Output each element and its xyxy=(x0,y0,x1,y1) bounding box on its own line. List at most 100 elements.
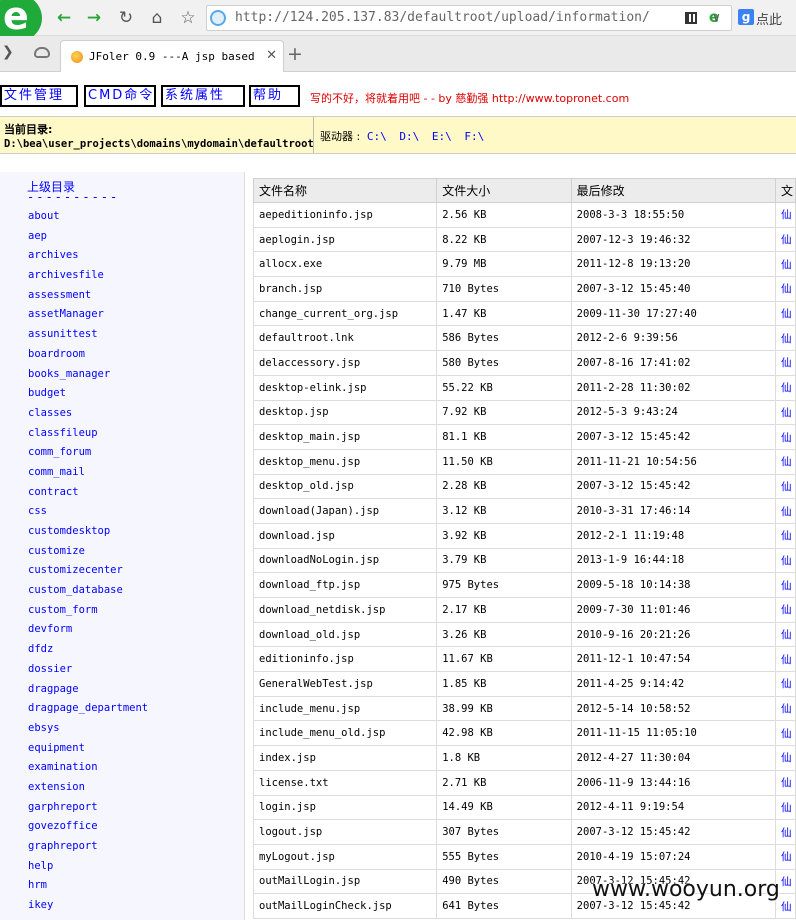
file-manager-button[interactable]: 文件管理 xyxy=(0,85,78,107)
file-name[interactable]: login.jsp xyxy=(252,794,438,821)
reload-icon[interactable]: ↻ xyxy=(114,6,138,30)
new-tab-plus-icon[interactable]: + xyxy=(287,43,303,65)
back-arrow-icon[interactable]: ← xyxy=(52,6,76,30)
directory-link[interactable]: assessment xyxy=(28,289,148,309)
directory-link[interactable]: equipment xyxy=(28,742,148,762)
file-name[interactable]: aepeditioninfo.jsp xyxy=(252,202,438,228)
file-name[interactable]: desktop-elink.jsp xyxy=(252,374,438,401)
file-action-link[interactable]: 仙 xyxy=(775,769,796,796)
file-action-link[interactable]: 仙 xyxy=(775,498,796,524)
file-name[interactable]: desktop_main.jsp xyxy=(252,424,438,450)
search-engine-icon[interactable]: g xyxy=(738,9,754,25)
file-action-link[interactable]: 仙 xyxy=(775,276,796,302)
directory-link[interactable]: customizecenter xyxy=(28,564,148,584)
search-box[interactable]: 点此 xyxy=(756,9,782,28)
file-action-link[interactable]: 仙 xyxy=(775,522,796,549)
file-name[interactable]: delaccessory.jsp xyxy=(252,350,438,376)
file-name[interactable]: download.jsp xyxy=(252,522,438,549)
file-action-link[interactable]: 仙 xyxy=(775,572,796,598)
file-action-link[interactable]: 仙 xyxy=(775,547,796,574)
file-action-link[interactable]: 仙 xyxy=(775,374,796,401)
file-action-link[interactable]: 仙 xyxy=(775,745,796,771)
directory-link[interactable]: ebsys xyxy=(28,722,148,742)
directory-link[interactable]: about xyxy=(28,210,148,230)
file-action-link[interactable]: 仙 xyxy=(775,226,796,253)
drive-link-c[interactable]: C:\ xyxy=(367,130,387,143)
file-name[interactable]: include_menu_old.jsp xyxy=(252,720,438,747)
file-name[interactable]: download(Japan).jsp xyxy=(252,498,438,524)
directory-link[interactable]: customize xyxy=(28,545,148,565)
active-tab[interactable]: JFoler 0.9 ---A jsp based web ✕ xyxy=(60,40,284,72)
file-name[interactable]: include_menu.jsp xyxy=(252,695,438,722)
file-name[interactable]: myLogout.jsp xyxy=(252,843,438,870)
file-name[interactable]: change_current_org.jsp xyxy=(252,300,438,327)
directory-link[interactable]: dragpage_department xyxy=(28,702,148,722)
directory-link[interactable]: contract xyxy=(28,486,148,506)
directory-link[interactable]: graphreport xyxy=(28,840,148,860)
file-name[interactable]: branch.jsp xyxy=(252,276,438,302)
file-name[interactable]: allocx.exe xyxy=(252,251,438,278)
drive-link-e[interactable]: E:\ xyxy=(432,130,452,143)
drive-link-d[interactable]: D:\ xyxy=(399,130,419,143)
favorite-star-icon[interactable]: ☆ xyxy=(176,6,200,30)
directory-link[interactable]: hrm xyxy=(28,879,148,899)
file-name[interactable]: GeneralWebTest.jsp xyxy=(252,671,438,697)
directory-link[interactable]: boardroom xyxy=(28,348,148,368)
directory-link[interactable]: examination xyxy=(28,761,148,781)
directory-link[interactable]: archivesfile xyxy=(28,269,148,289)
file-action-link[interactable]: 仙 xyxy=(775,202,796,228)
directory-link[interactable]: budget xyxy=(28,387,148,407)
file-name[interactable]: download_netdisk.jsp xyxy=(252,597,438,623)
file-action-link[interactable]: 仙 xyxy=(775,843,796,870)
chevron-down-icon[interactable]: ∨ xyxy=(712,10,721,24)
file-action-link[interactable]: 仙 xyxy=(775,448,796,475)
file-name[interactable]: desktop_old.jsp xyxy=(252,473,438,500)
cmd-button[interactable]: CMD命令 xyxy=(84,85,156,107)
file-action-link[interactable]: 仙 xyxy=(775,621,796,648)
file-name[interactable]: license.txt xyxy=(252,769,438,796)
file-name[interactable]: downloadNoLogin.jsp xyxy=(252,547,438,574)
directory-link[interactable]: dragpage xyxy=(28,683,148,703)
directory-link[interactable]: aep xyxy=(28,230,148,250)
directory-link[interactable]: customdesktop xyxy=(28,525,148,545)
directory-link[interactable]: books_manager xyxy=(28,368,148,388)
file-name[interactable]: outMailLogin.jsp xyxy=(252,868,438,895)
file-action-link[interactable]: 仙 xyxy=(775,597,796,623)
system-properties-button[interactable]: 系统属性 xyxy=(161,85,245,107)
directory-link[interactable]: custom_database xyxy=(28,584,148,604)
directory-link[interactable]: comm_mail xyxy=(28,466,148,486)
file-action-link[interactable]: 仙 xyxy=(775,646,796,673)
file-name[interactable]: desktop.jsp xyxy=(252,399,438,426)
file-action-link[interactable]: 仙 xyxy=(775,325,796,352)
qrcode-icon[interactable] xyxy=(685,12,697,24)
address-url[interactable]: http://124.205.137.83/defaultroot/upload… xyxy=(235,10,650,25)
file-name[interactable]: outMailLoginCheck.jsp xyxy=(252,893,438,919)
file-name[interactable]: desktop_menu.jsp xyxy=(252,448,438,475)
file-action-link[interactable]: 仙 xyxy=(775,473,796,500)
directory-link[interactable]: custom_form xyxy=(28,604,148,624)
tab-close-icon[interactable]: ✕ xyxy=(266,48,277,63)
directory-link[interactable]: archives xyxy=(28,249,148,269)
directory-link[interactable]: help xyxy=(28,860,148,880)
browser-logo-icon[interactable]: e xyxy=(0,0,44,36)
home-icon[interactable]: ⌂ xyxy=(145,6,169,30)
file-action-link[interactable]: 仙 xyxy=(775,424,796,450)
directory-link[interactable]: dfdz xyxy=(28,643,148,663)
forward-arrow-icon[interactable]: → xyxy=(82,6,106,30)
file-action-link[interactable]: 仙 xyxy=(775,671,796,697)
directory-link[interactable]: devform xyxy=(28,623,148,643)
file-name[interactable]: logout.jsp xyxy=(252,819,438,845)
file-action-link[interactable]: 仙 xyxy=(775,695,796,722)
directory-link[interactable]: comm_forum xyxy=(28,446,148,466)
directory-link[interactable]: ikey xyxy=(28,899,148,919)
file-action-link[interactable]: 仙 xyxy=(775,300,796,327)
help-button[interactable]: 帮助 xyxy=(249,85,300,107)
file-action-link[interactable]: 仙 xyxy=(775,350,796,376)
directory-link[interactable]: govezoffice xyxy=(28,820,148,840)
file-action-link[interactable]: 仙 xyxy=(775,794,796,821)
directory-link[interactable]: css xyxy=(28,505,148,525)
directory-link[interactable]: extension xyxy=(28,781,148,801)
address-bar[interactable]: http://124.205.137.83/defaultroot/upload… xyxy=(206,5,732,31)
tab-scroll-icon[interactable]: ❯ xyxy=(2,44,14,60)
file-name[interactable]: download_old.jsp xyxy=(252,621,438,648)
